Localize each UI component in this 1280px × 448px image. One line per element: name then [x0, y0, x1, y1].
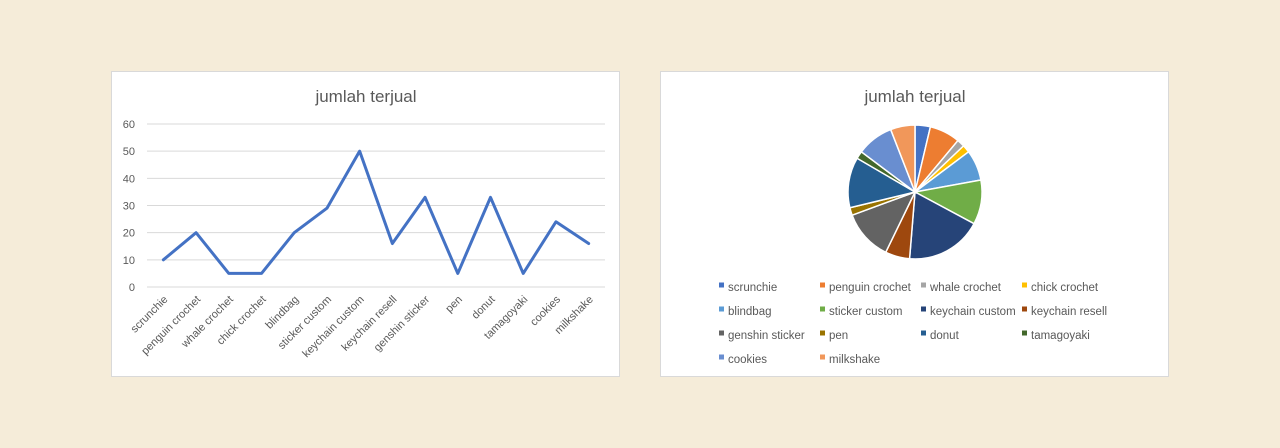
- legend-label: donut: [930, 330, 960, 342]
- y-tick-label: 20: [123, 228, 135, 240]
- y-tick-label: 10: [123, 255, 135, 267]
- legend-label: keychain resell: [1031, 306, 1107, 318]
- line-chart-title: jumlah terjual: [314, 87, 416, 106]
- legend-swatch: [1022, 330, 1027, 336]
- legend-label: cookies: [728, 354, 767, 366]
- legend-label: pen: [829, 330, 848, 342]
- legend-label: sticker custom: [829, 306, 903, 318]
- legend-swatch: [921, 330, 926, 336]
- y-tick-label: 40: [123, 173, 135, 185]
- pie-chart-title: jumlah terjual: [863, 87, 965, 106]
- legend-swatch: [1022, 306, 1027, 312]
- x-tick-label: donut: [470, 294, 498, 322]
- legend-swatch: [719, 330, 724, 336]
- legend-label: scrunchie: [728, 282, 777, 294]
- legend-label: chick crochet: [1031, 282, 1099, 294]
- legend-label: genshin sticker: [728, 330, 805, 342]
- y-tick-label: 0: [129, 282, 135, 294]
- legend-label: penguin crochet: [829, 282, 912, 294]
- legend-swatch: [820, 354, 825, 360]
- line-chart: jumlah terjual 0102030405060 scrunchiepe…: [123, 87, 605, 360]
- y-tick-label: 50: [123, 146, 135, 158]
- legend-swatch: [820, 330, 825, 336]
- legend-swatch: [921, 306, 926, 312]
- legend-label: milkshake: [829, 354, 880, 366]
- x-tick-label: penguin crochet: [139, 294, 203, 358]
- x-tick-label: pen: [443, 294, 464, 315]
- legend-swatch: [719, 306, 724, 312]
- y-tick-label: 30: [123, 201, 135, 213]
- pie-chart-panel: jumlah terjual scrunchie penguin crochet w…: [660, 71, 1169, 377]
- legend-label: keychain custom: [930, 306, 1016, 318]
- legend-swatch: [1022, 282, 1027, 288]
- legend-swatch: [820, 306, 825, 312]
- legend-label: whale crochet: [929, 282, 1002, 294]
- legend-swatch: [921, 282, 926, 288]
- line-chart-panel: jumlah terjual 0 10 20 30 40 50 60 scrunchie pe…: [111, 71, 620, 377]
- legend-swatch: [719, 354, 724, 360]
- pie-chart: jumlah terjual scrunchie penguin crochet w…: [719, 87, 1107, 366]
- legend-swatch: [820, 282, 825, 288]
- legend-label: tamagoyaki: [1031, 330, 1090, 342]
- series-line: [161, 149, 591, 275]
- legend-swatch: [719, 282, 724, 288]
- legend-label: blindbag: [728, 306, 771, 318]
- y-tick-label: 60: [123, 119, 135, 131]
